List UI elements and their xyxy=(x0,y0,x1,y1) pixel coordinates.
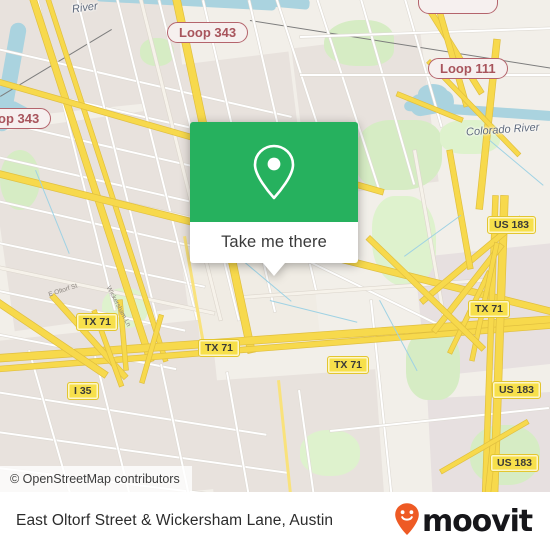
footer-bar: East Oltorf Street & Wickersham Lane, Au… xyxy=(0,492,550,550)
landuse-residential xyxy=(205,369,385,492)
shield-us-183: US 183 xyxy=(492,381,542,399)
shield-us-183: US 183 xyxy=(487,216,537,234)
popup-tail xyxy=(263,263,285,276)
moovit-smiley-pin-icon xyxy=(394,502,420,541)
map-canvas[interactable]: E Oltorf St Wickersham Ln Riverside Dr R… xyxy=(0,0,550,492)
attribution-text: © OpenStreetMap contributors xyxy=(10,472,180,486)
shield-i-35: I 35 xyxy=(67,382,99,400)
shield-tx-71: TX 71 xyxy=(198,339,241,357)
shield-cut-off-top xyxy=(418,0,498,14)
landuse-park xyxy=(324,20,394,66)
shield-loop-111: Loop 111 xyxy=(428,58,508,79)
popup-header xyxy=(190,122,358,222)
map-pin-icon xyxy=(251,142,297,202)
shield-tx-71: TX 71 xyxy=(76,313,119,331)
street xyxy=(300,74,550,76)
shield-loop-343-west: op 343 xyxy=(0,108,52,129)
shield-tx-71: TX 71 xyxy=(327,356,370,374)
attribution-bar: © OpenStreetMap contributors xyxy=(0,466,192,492)
map-screenshot: E Oltorf St Wickersham Ln Riverside Dr R… xyxy=(0,0,550,550)
moovit-wordmark: moovit xyxy=(421,503,533,539)
location-popup[interactable]: Take me there xyxy=(190,122,358,276)
moovit-logo[interactable]: moovit xyxy=(394,502,533,541)
shield-tx-71: TX 71 xyxy=(468,300,511,318)
shield-us-183: US 183 xyxy=(490,454,540,472)
take-me-there-label: Take me there xyxy=(221,233,327,251)
shield-loop-343: Loop 343 xyxy=(167,22,249,43)
take-me-there-button[interactable]: Take me there xyxy=(190,222,358,263)
location-title: East Oltorf Street & Wickersham Lane, Au… xyxy=(16,512,334,529)
